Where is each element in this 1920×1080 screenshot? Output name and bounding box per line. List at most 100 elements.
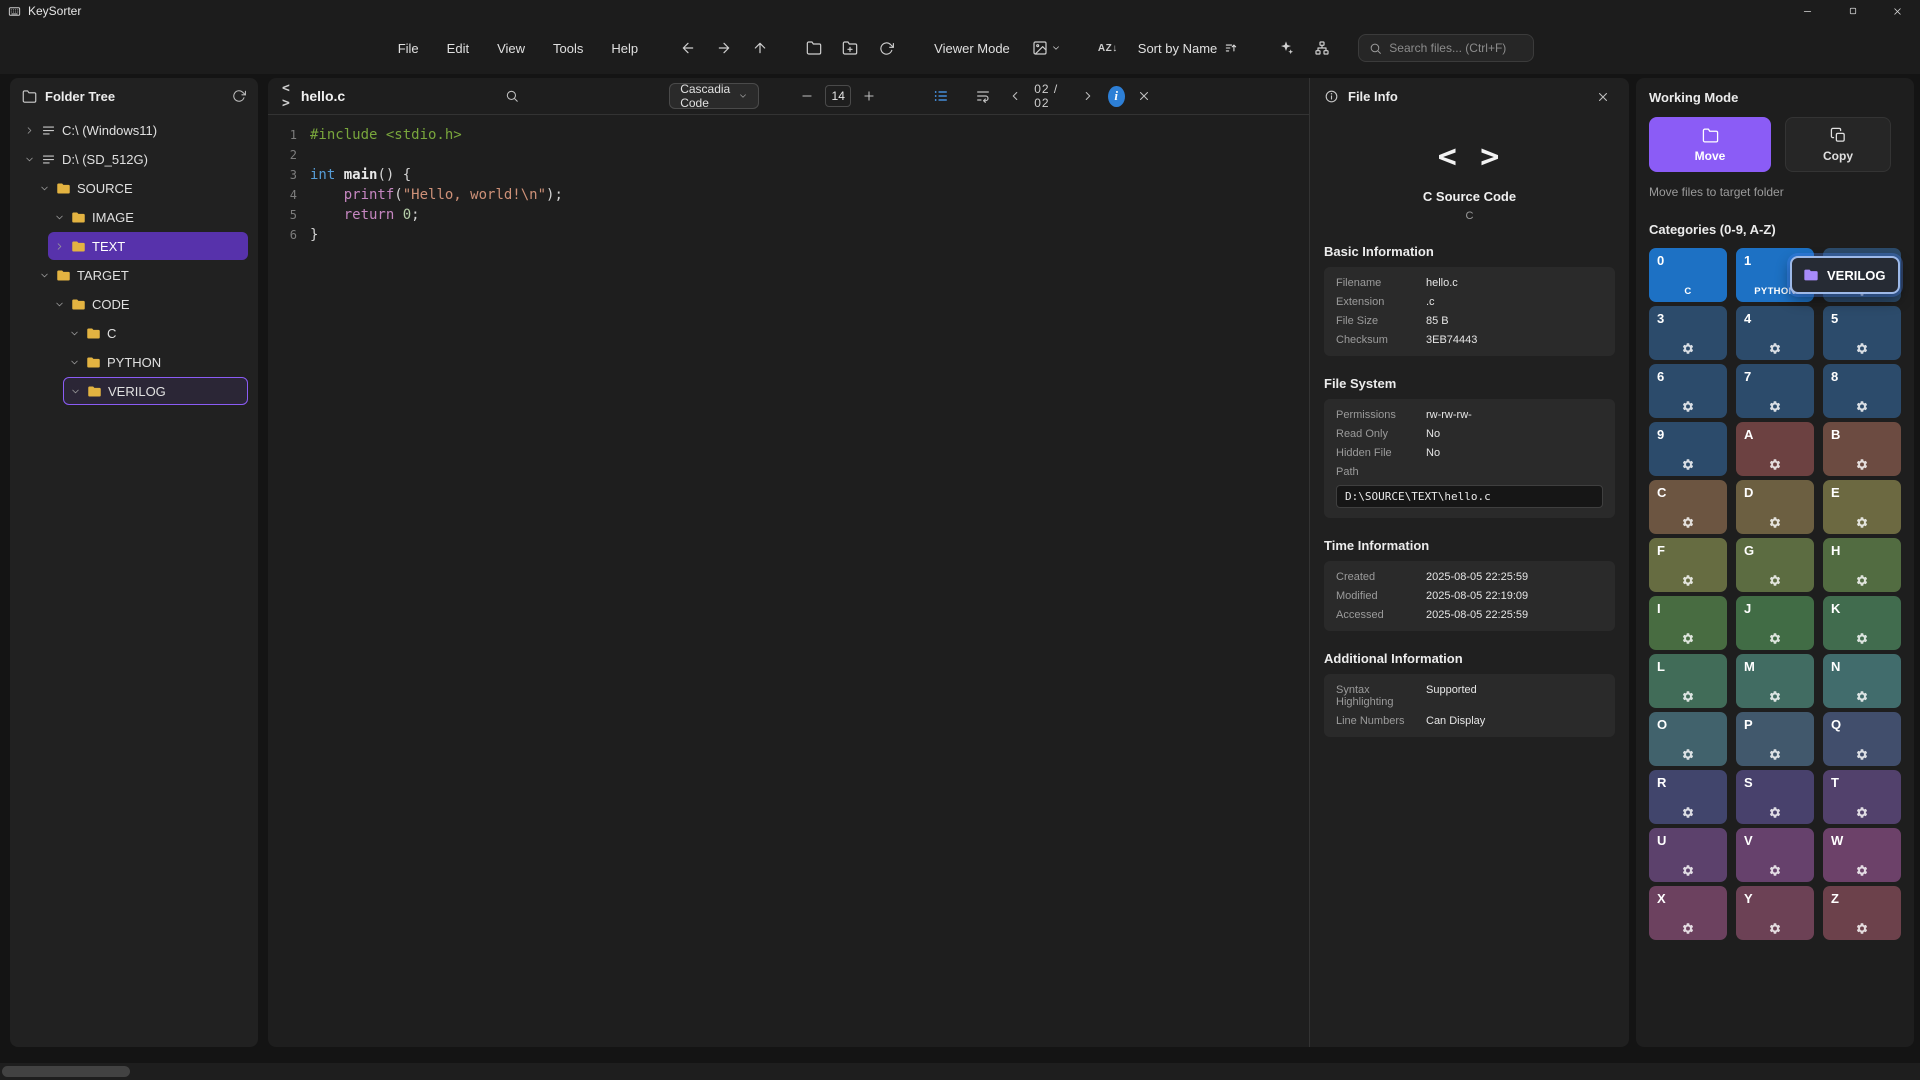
gear-icon[interactable] [1856,342,1869,355]
gear-icon[interactable] [1856,690,1869,703]
category-tile-9[interactable]: 9 [1649,422,1727,476]
gear-icon[interactable] [1682,400,1695,413]
ai-suggest-button[interactable] [1270,33,1302,63]
font-size-increase-button[interactable] [857,84,881,108]
tree-item-c[interactable]: C [63,319,248,347]
category-tile-0[interactable]: 0C [1649,248,1727,302]
hierarchy-button[interactable] [1306,33,1338,63]
search-input[interactable] [1389,41,1520,55]
back-button[interactable] [672,33,704,63]
viewer-close-button[interactable] [1135,84,1154,108]
category-tile-e[interactable]: E [1823,480,1901,534]
font-size-decrease-button[interactable] [795,84,819,108]
tree-item-python[interactable]: PYTHON [63,348,248,376]
line-numbers-toggle[interactable] [929,84,953,108]
tree-item-d-sd-512g[interactable]: D:\ (SD_512G) [18,145,248,173]
tree-item-image[interactable]: IMAGE [48,203,248,231]
gear-icon[interactable] [1856,574,1869,587]
category-tile-x[interactable]: X [1649,886,1727,940]
search-in-file-button[interactable] [505,84,519,108]
path-input[interactable]: D:\SOURCE\TEXT\hello.c [1336,485,1603,508]
category-tile-z[interactable]: Z [1823,886,1901,940]
minimize-button[interactable] [1785,0,1830,22]
tree-item-text[interactable]: TEXT [48,232,248,260]
category-tile-n[interactable]: N [1823,654,1901,708]
gear-icon[interactable] [1682,690,1695,703]
gear-icon[interactable] [1682,864,1695,877]
next-file-button[interactable] [1079,84,1098,108]
category-tile-k[interactable]: K [1823,596,1901,650]
category-tile-7[interactable]: 7 [1736,364,1814,418]
category-tile-6[interactable]: 6 [1649,364,1727,418]
file-info-toggle-button[interactable]: i [1107,85,1125,107]
gear-icon[interactable] [1682,516,1695,529]
category-tile-h[interactable]: H [1823,538,1901,592]
search-box[interactable] [1358,34,1535,62]
chevron-down-icon[interactable] [69,328,80,339]
chevron-down-icon[interactable] [70,386,81,397]
category-tile-8[interactable]: 8 [1823,364,1901,418]
gear-icon[interactable] [1856,864,1869,877]
category-tile-5[interactable]: 5 [1823,306,1901,360]
category-tile-g[interactable]: G [1736,538,1814,592]
tree-item-verilog[interactable]: VERILOG [63,377,248,405]
category-tile-d[interactable]: D [1736,480,1814,534]
category-tile-c[interactable]: C [1649,480,1727,534]
refresh-button[interactable] [870,33,902,63]
gear-icon[interactable] [1682,458,1695,471]
category-tile-p[interactable]: P [1736,712,1814,766]
gear-icon[interactable] [1856,516,1869,529]
copy-mode-button[interactable]: Copy [1785,117,1891,172]
font-family-select[interactable]: Cascadia Code [669,82,760,110]
menu-view[interactable]: View [485,35,537,62]
gear-icon[interactable] [1769,922,1782,935]
category-tile-t[interactable]: T [1823,770,1901,824]
word-wrap-toggle[interactable] [971,84,995,108]
gear-icon[interactable] [1769,690,1782,703]
menu-help[interactable]: Help [599,35,650,62]
gear-icon[interactable] [1682,632,1695,645]
code-editor[interactable]: 1 #include <stdio.h> 2 3 int main() {4 print… [268,115,1309,255]
chevron-down-icon[interactable] [54,299,65,310]
up-button[interactable] [744,33,776,63]
tree-item-source[interactable]: SOURCE [33,174,248,202]
gear-icon[interactable] [1769,400,1782,413]
prev-file-button[interactable] [1005,84,1024,108]
gear-icon[interactable] [1856,458,1869,471]
chevron-right-icon[interactable] [24,125,35,136]
gear-icon[interactable] [1856,632,1869,645]
category-tile-r[interactable]: R [1649,770,1727,824]
close-button[interactable] [1875,0,1920,22]
file-info-close-button[interactable] [1591,85,1615,109]
horizontal-scrollbar[interactable] [0,1063,1920,1080]
category-tile-y[interactable]: Y [1736,886,1814,940]
tree-item-c-windows11[interactable]: C:\ (Windows11) [18,116,248,144]
new-folder-button[interactable] [834,33,866,63]
gear-icon[interactable] [1682,574,1695,587]
chevron-down-icon[interactable] [54,212,65,223]
gear-icon[interactable] [1856,806,1869,819]
gear-icon[interactable] [1769,574,1782,587]
chevron-down-icon[interactable] [69,357,80,368]
viewer-mode-button[interactable]: Viewer Mode [924,35,1020,62]
category-tile-o[interactable]: O [1649,712,1727,766]
gear-icon[interactable] [1769,342,1782,355]
gear-icon[interactable] [1769,806,1782,819]
category-tile-b[interactable]: B [1823,422,1901,476]
menu-file[interactable]: File [386,35,431,62]
category-tile-a[interactable]: A [1736,422,1814,476]
chevron-right-icon[interactable] [54,241,65,252]
category-tile-i[interactable]: I [1649,596,1727,650]
gear-icon[interactable] [1856,400,1869,413]
open-folder-button[interactable] [798,33,830,63]
gear-icon[interactable] [1769,458,1782,471]
category-tile-j[interactable]: J [1736,596,1814,650]
category-tile-s[interactable]: S [1736,770,1814,824]
category-tile-v[interactable]: V [1736,828,1814,882]
sort-az-button[interactable]: AZ↓ [1092,33,1124,63]
menu-tools[interactable]: Tools [541,35,595,62]
category-tile-q[interactable]: Q [1823,712,1901,766]
chevron-down-icon[interactable] [39,183,50,194]
gear-icon[interactable] [1769,748,1782,761]
category-tile-f[interactable]: F [1649,538,1727,592]
